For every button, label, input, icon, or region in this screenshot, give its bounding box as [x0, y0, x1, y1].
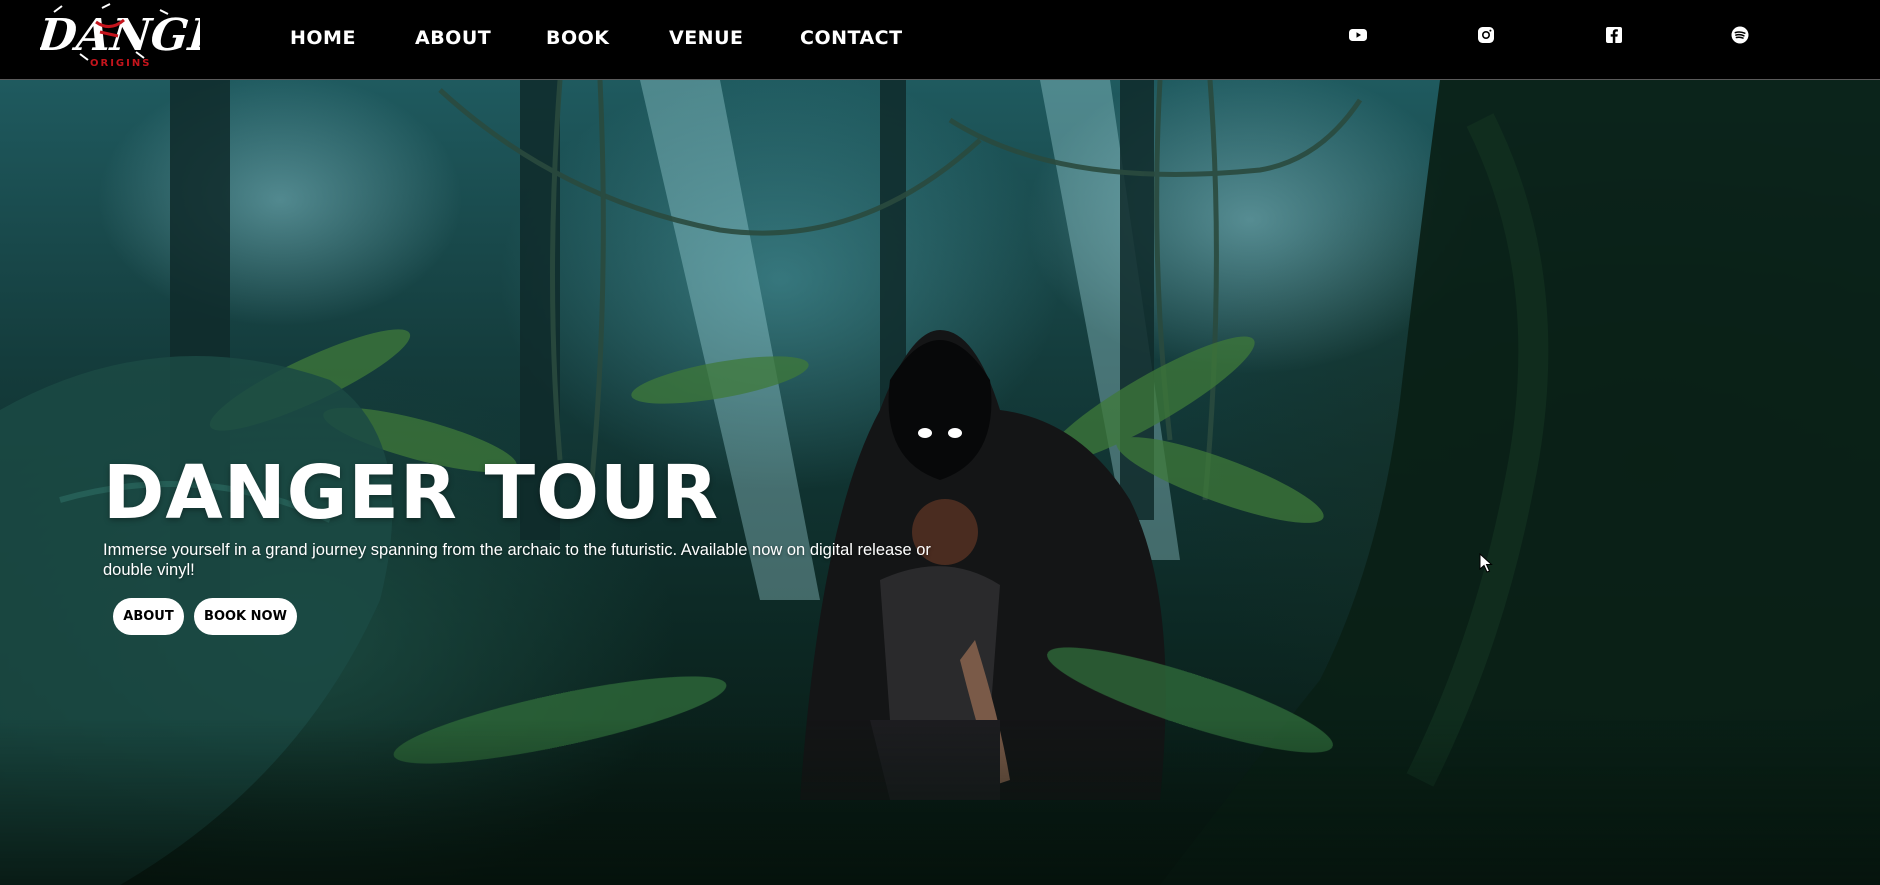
spotify-icon[interactable]	[1729, 24, 1751, 46]
hero-title: DANGER TOUR	[103, 450, 720, 536]
nav-item-contact[interactable]: CONTACT	[800, 27, 903, 49]
logo-wordmark: DANGER	[40, 10, 200, 61]
nav-item-home[interactable]: HOME	[290, 27, 356, 49]
instagram-icon[interactable]	[1475, 24, 1497, 46]
nav-item-book[interactable]: BOOK	[546, 27, 610, 49]
facebook-icon[interactable]	[1603, 24, 1625, 46]
danger-logo-icon: DANGER ORIGINS	[40, 3, 200, 69]
book-now-button[interactable]: BOOK NOW	[194, 598, 297, 635]
hero-description: Immerse yourself in a grand journey span…	[103, 541, 931, 579]
brand-logo[interactable]: DANGER ORIGINS	[40, 2, 200, 72]
site-header: DANGER ORIGINS HOME ABOUT BOOK VENUE CON…	[0, 0, 1880, 80]
logo-subtext: ORIGINS	[90, 58, 151, 69]
about-button[interactable]: ABOUT	[113, 598, 184, 635]
hero-section: DANGER TOUR Immerse yourself in a grand …	[0, 80, 1880, 885]
nav-item-about[interactable]: ABOUT	[415, 27, 491, 49]
mouse-cursor-icon	[1479, 553, 1493, 573]
youtube-icon[interactable]	[1347, 24, 1369, 46]
nav-item-venue[interactable]: VENUE	[669, 27, 744, 49]
